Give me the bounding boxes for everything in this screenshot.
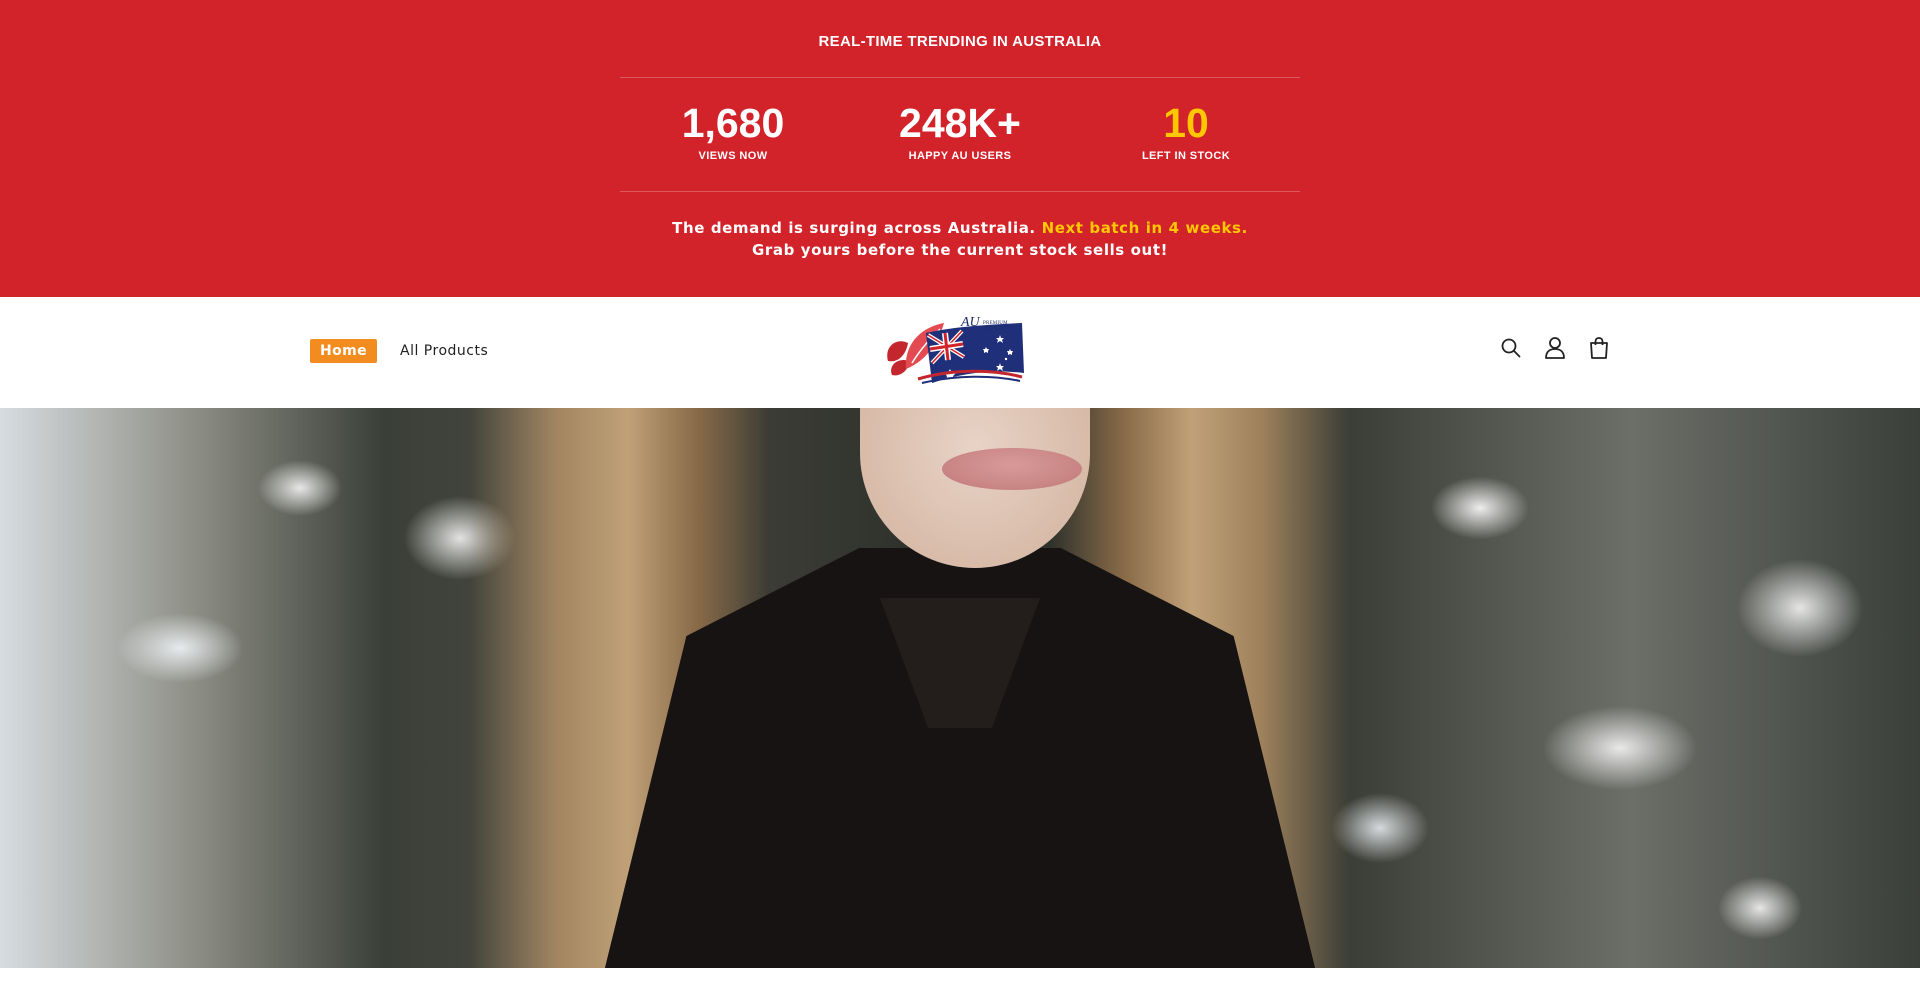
search-icon[interactable]	[1497, 334, 1525, 362]
promo-banner: REAL-TIME TRENDING IN AUSTRALIA 1,680 VI…	[0, 0, 1920, 297]
trending-headline-text: REAL-TIME TRENDING IN AUSTRALIA	[818, 33, 1102, 50]
cart-icon[interactable]	[1585, 334, 1613, 362]
trending-headline: REAL-TIME TRENDING IN AUSTRALIA	[0, 33, 1920, 50]
stat-caption: VIEWS NOW	[698, 150, 768, 162]
stat-caption: LEFT IN STOCK	[1141, 150, 1231, 162]
stat-views-now: 1,680 VIEWS NOW	[623, 96, 843, 162]
demand-message-line-2: Grab yours before the current stock sell…	[751, 241, 1169, 259]
stat-value: 1,680	[681, 100, 785, 146]
logo-subtext: PREMIUM PRODUCTS	[983, 321, 1011, 331]
hero-lips	[942, 448, 1082, 490]
logo-text: AU	[961, 315, 980, 330]
nav-home[interactable]: Home	[310, 339, 378, 363]
divider	[620, 191, 1300, 192]
stat-value: 248K+	[899, 100, 1021, 146]
nav-all-products[interactable]: All Products	[400, 339, 488, 363]
stat-value: 10	[1163, 100, 1209, 146]
demand-message-line-1: The demand is surging across Australia. …	[0, 217, 1920, 239]
stat-happy-users: 248K+ HAPPY AU USERS	[850, 96, 1070, 162]
demand-text: The demand is surging across Australia.	[672, 219, 1036, 237]
next-batch-highlight: Next batch in 4 weeks.	[1041, 219, 1248, 237]
divider	[620, 77, 1300, 78]
hero-image	[0, 408, 1920, 968]
demand-message: The demand is surging across Australia. …	[0, 217, 1920, 261]
account-icon[interactable]	[1541, 334, 1569, 362]
stat-left-in-stock: 10 LEFT IN STOCK	[1076, 96, 1296, 162]
site-logo[interactable]: AU PREMIUM PRODUCTS	[882, 313, 1028, 389]
site-header: Home All Products AU PREMIUM PRODUCTS	[0, 297, 1920, 408]
stat-caption: HAPPY AU USERS	[908, 150, 1012, 162]
